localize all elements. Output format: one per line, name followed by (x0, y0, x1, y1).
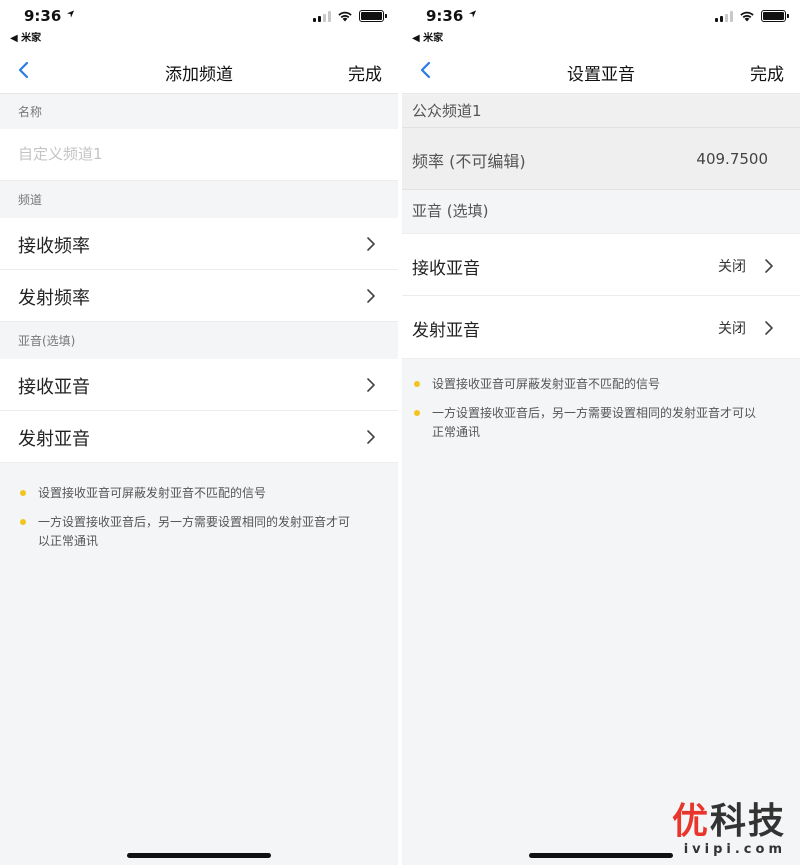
rx-frequency-row[interactable]: 接收频率 (0, 218, 398, 270)
wifi-icon (338, 11, 352, 22)
status-icons (313, 10, 387, 22)
page-title: 设置亚音 (567, 65, 635, 85)
frequency-readonly-row: 频率 (不可编辑) 409.7500 (402, 127, 800, 190)
bullet-dot-icon (414, 381, 420, 387)
rx-subtone-row[interactable]: 接收亚音 关闭 (402, 233, 800, 296)
rx-subtone-row[interactable]: 接收亚音 (0, 359, 398, 411)
status-time: 9:36 (24, 7, 62, 25)
wifi-icon (740, 11, 754, 22)
tx-subtone-label: 发射亚音 (18, 429, 90, 450)
channel-section-header: 频道 (0, 182, 398, 218)
done-button[interactable]: 完成 (348, 60, 382, 85)
bullet-dot-icon (20, 519, 26, 525)
home-indicator[interactable] (529, 853, 673, 858)
tx-subtone-row[interactable]: 发射亚音 关闭 (402, 296, 800, 359)
status-icons (715, 10, 789, 22)
note-item: 设置接收亚音可屏蔽发射亚音不匹配的信号 (18, 484, 380, 503)
bullet-dot-icon (20, 490, 26, 496)
signal-icon (715, 10, 733, 22)
channel-name-header: 公众频道1 (402, 95, 800, 127)
watermark-logo: 优科技 ivipi.com (672, 792, 786, 857)
status-bar: 9:36 ◀ 米家 (0, 0, 398, 46)
rx-subtone-value: 关闭 (718, 259, 746, 275)
chevron-right-icon (367, 378, 375, 392)
note-item: 一方设置接收亚音后，另一方需要设置相同的发射亚音才可以正常通讯 (18, 513, 380, 551)
status-bar: 9:36 ◀ 米家 (402, 0, 800, 46)
note-item: 设置接收亚音可屏蔽发射亚音不匹配的信号 (412, 375, 790, 394)
tx-frequency-row[interactable]: 发射频率 (0, 270, 398, 322)
back-to-app-link[interactable]: ◀ 米家 (10, 29, 41, 44)
nav-bar: 添加频道 完成 (0, 46, 398, 94)
location-arrow-icon (66, 10, 75, 18)
name-input-row (0, 129, 398, 181)
nav-bar: 设置亚音 完成 (402, 46, 800, 94)
location-arrow-icon (468, 10, 477, 18)
frequency-value: 409.7500 (696, 150, 768, 168)
watermark-title: 优科技 (671, 801, 786, 842)
add-channel-screen: 9:36 ◀ 米家 添加频道 完成 名称 频道 接收频率 发射频率 亚音(选填)… (0, 0, 398, 865)
tx-subtone-value: 关闭 (718, 321, 746, 337)
signal-icon (313, 10, 331, 22)
chevron-right-icon (765, 259, 773, 273)
notes-list: 设置接收亚音可屏蔽发射亚音不匹配的信号 一方设置接收亚音后，另一方需要设置相同的… (0, 484, 398, 561)
chevron-right-icon (367, 237, 375, 251)
name-section-header: 名称 (0, 95, 398, 129)
chevron-right-icon (367, 289, 375, 303)
bullet-dot-icon (414, 410, 420, 416)
page-title: 添加频道 (165, 65, 233, 85)
set-subtone-screen: 9:36 ◀ 米家 设置亚音 完成 公众频道1 频率 (不可编辑) 409.75… (402, 0, 800, 865)
rx-subtone-label: 接收亚音 (412, 259, 480, 279)
watermark-url: ivipi.com (683, 842, 786, 857)
rx-frequency-label: 接收频率 (18, 236, 90, 257)
status-time: 9:36 (426, 7, 464, 25)
chevron-right-icon (765, 321, 773, 335)
tx-frequency-label: 发射频率 (18, 288, 90, 309)
tx-subtone-row[interactable]: 发射亚音 (0, 411, 398, 463)
tx-subtone-label: 发射亚音 (412, 321, 480, 341)
back-to-app-link[interactable]: ◀ 米家 (412, 29, 443, 44)
battery-icon (359, 10, 387, 22)
done-button[interactable]: 完成 (750, 60, 784, 85)
subtone-section-header: 亚音 (选填) (402, 190, 800, 233)
rx-subtone-label: 接收亚音 (18, 377, 90, 398)
frequency-label: 频率 (不可编辑) (412, 152, 526, 171)
subtone-section-header: 亚音(选填) (0, 323, 398, 359)
channel-name-input[interactable] (18, 145, 358, 163)
home-indicator[interactable] (127, 853, 271, 858)
chevron-right-icon (367, 430, 375, 444)
notes-list: 设置接收亚音可屏蔽发射亚音不匹配的信号 一方设置接收亚音后，另一方需要设置相同的… (402, 375, 800, 452)
note-item: 一方设置接收亚音后，另一方需要设置相同的发射亚音才可以正常通讯 (412, 404, 790, 442)
battery-icon (761, 10, 789, 22)
